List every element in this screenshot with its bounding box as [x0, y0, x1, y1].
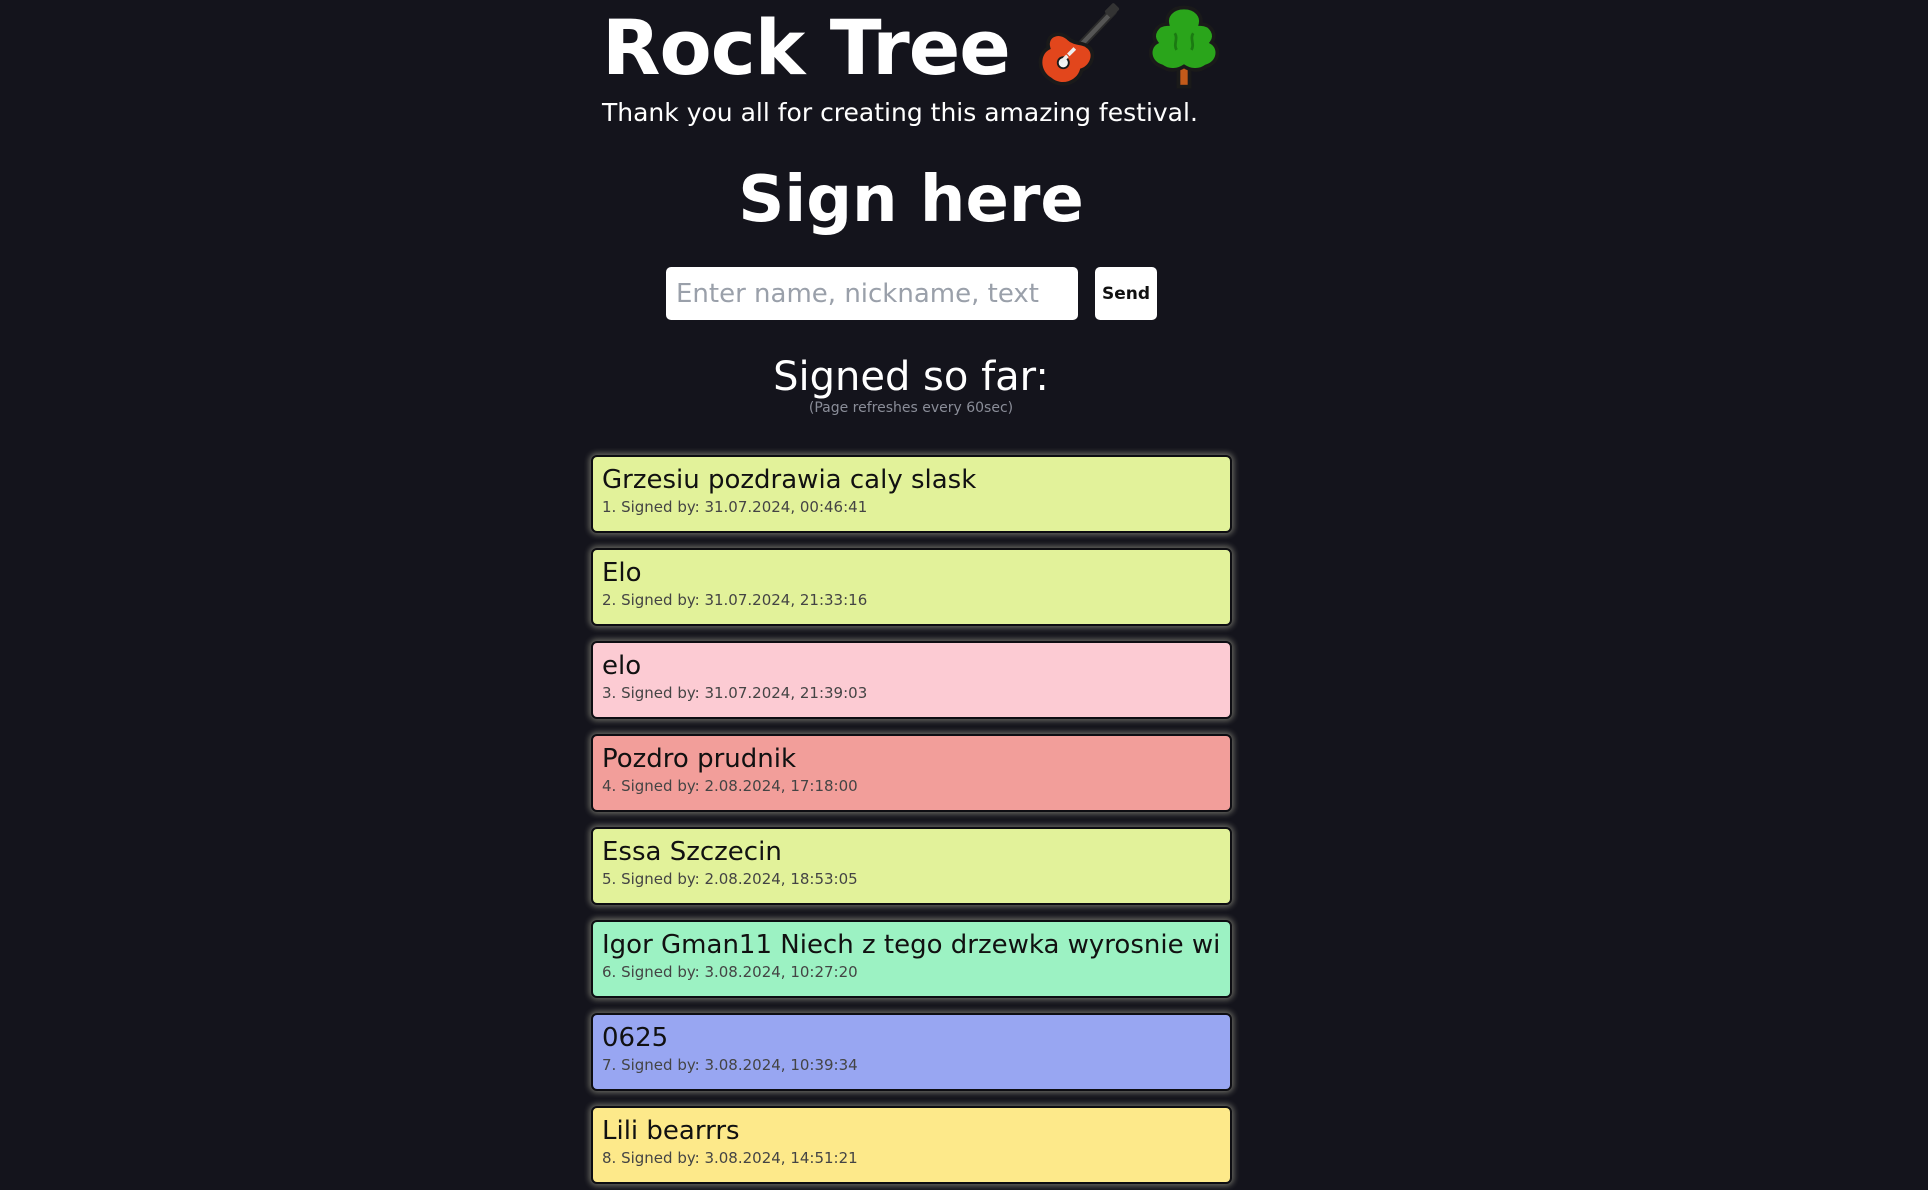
signature-text: Igor Gman11 Niech z tego drzewka wyrosni…	[602, 930, 1221, 960]
signature-meta: 8. Signed by: 3.08.2024, 14:51:21	[602, 1149, 858, 1167]
page: Rock Tree Thank you all for creating thi…	[0, 0, 1928, 1190]
signature-text: elo	[602, 651, 642, 681]
signature-meta: 4. Signed by: 2.08.2024, 17:18:00	[602, 777, 858, 795]
signature-entry: Pozdro prudnik 4. Signed by: 2.08.2024, …	[591, 734, 1232, 812]
tagline: Thank you all for creating this amazing …	[602, 98, 1198, 127]
signatures-list: Grzesiu pozdrawia caly slask 1. Signed b…	[591, 455, 1232, 1190]
tree-icon	[1138, 2, 1230, 94]
signature-meta: 7. Signed by: 3.08.2024, 10:39:34	[602, 1056, 858, 1074]
sign-form: Send	[666, 267, 1157, 320]
header: Rock Tree Thank you all for creating thi…	[602, 0, 1242, 130]
signature-text: Elo	[602, 558, 642, 588]
title-row: Rock Tree	[602, 0, 1242, 96]
sign-here-heading: Sign here	[738, 163, 1084, 237]
signed-so-far-heading: Signed so far:	[773, 354, 1049, 400]
page-title: Rock Tree	[602, 3, 1011, 92]
signature-meta: 3. Signed by: 31.07.2024, 21:39:03	[602, 684, 868, 702]
send-button[interactable]: Send	[1095, 267, 1157, 320]
signature-entry: Essa Szczecin 5. Signed by: 2.08.2024, 1…	[591, 827, 1232, 905]
signature-meta: 6. Signed by: 3.08.2024, 10:27:20	[602, 963, 858, 981]
signature-entry: Igor Gman11 Niech z tego drzewka wyrosni…	[591, 920, 1232, 998]
signature-text: Essa Szczecin	[602, 837, 782, 867]
signature-text: Grzesiu pozdrawia caly slask	[602, 465, 977, 495]
signature-entry: Lili bearrrs 8. Signed by: 3.08.2024, 14…	[591, 1106, 1232, 1184]
signature-entry: elo 3. Signed by: 31.07.2024, 21:39:03	[591, 641, 1232, 719]
signature-entry: 0625 7. Signed by: 3.08.2024, 10:39:34	[591, 1013, 1232, 1091]
signature-entry: Grzesiu pozdrawia caly slask 1. Signed b…	[591, 455, 1232, 533]
signature-meta: 1. Signed by: 31.07.2024, 00:46:41	[602, 498, 868, 516]
signature-meta: 2. Signed by: 31.07.2024, 21:33:16	[602, 591, 868, 609]
guitar-icon	[1032, 2, 1124, 94]
signature-entry: Elo 2. Signed by: 31.07.2024, 21:33:16	[591, 548, 1232, 626]
signature-text: Pozdro prudnik	[602, 744, 797, 774]
signature-text: 0625	[602, 1023, 669, 1053]
signature-meta: 5. Signed by: 2.08.2024, 18:53:05	[602, 870, 858, 888]
name-input[interactable]	[666, 267, 1078, 320]
refresh-note: (Page refreshes every 60sec)	[808, 400, 1014, 416]
signature-text: Lili bearrrs	[602, 1116, 740, 1146]
